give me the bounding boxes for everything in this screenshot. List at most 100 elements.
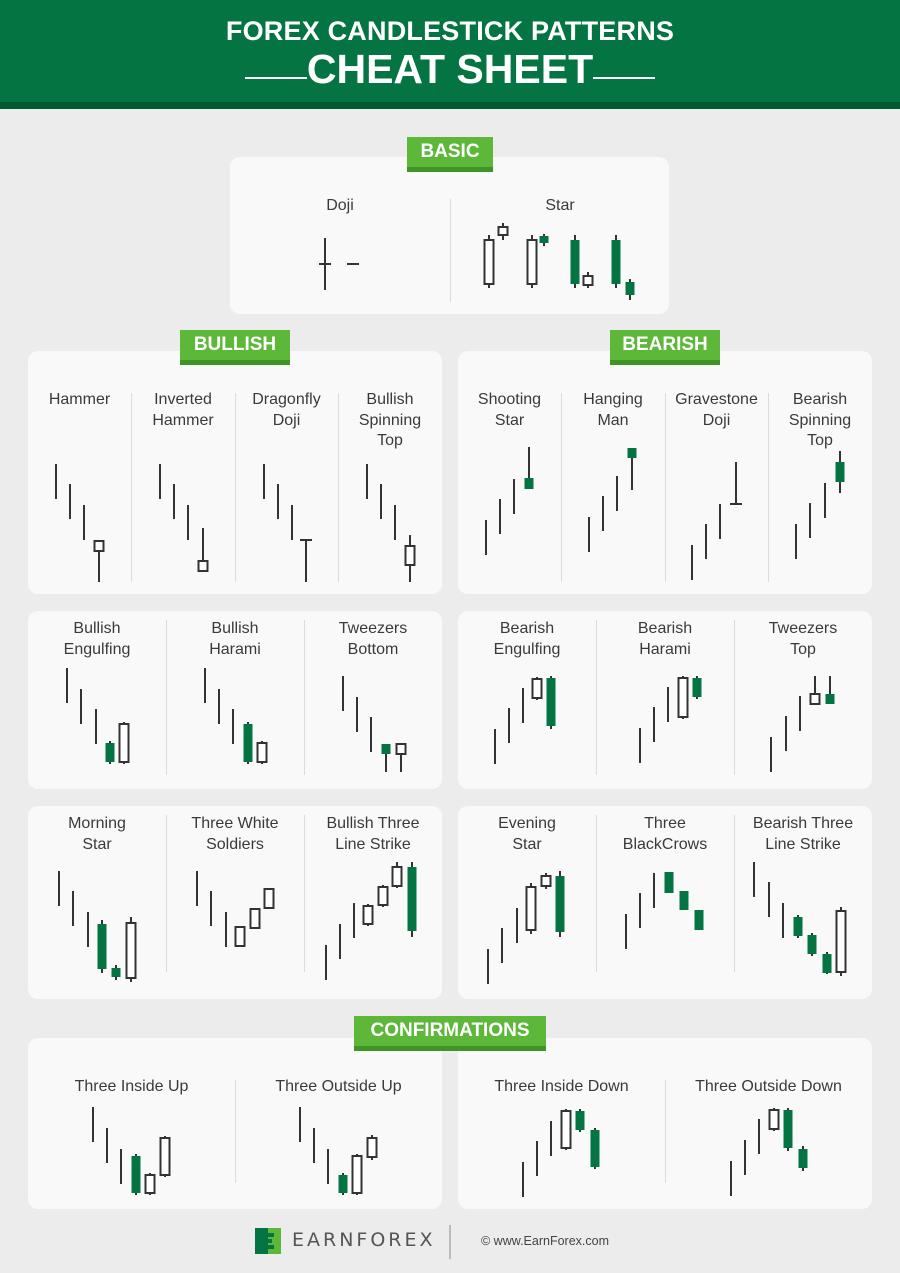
title-line-1: FOREX CANDLESTICK PATTERNS [225,16,675,46]
candle-bear [694,910,704,930]
section-tag-confirmations: CONFIRMATIONS [354,1016,546,1051]
candle-bear [627,448,637,490]
candle-body [404,545,416,566]
candlestick-chart [625,872,704,949]
header-banner: FOREX CANDLESTICK PATTERNS CHEAT SHEET [0,0,900,109]
pattern-doji: Doji [290,196,390,306]
candle-bull [125,917,137,982]
candlestick-chart [795,451,845,559]
candle-body [664,872,674,893]
candle-body [524,478,534,489]
candle-bull [497,223,509,240]
candlestick-chart [159,464,209,572]
candle-bear [407,862,417,937]
footer-divider [449,1225,451,1259]
pattern-three-inside-up: Three Inside Up [28,1077,235,1202]
pattern-gravestone-doji: Gravestone Doji [665,390,768,590]
candle-body [391,866,403,887]
candle-body [539,236,549,243]
candle-bull [362,904,374,926]
candle-bull [93,540,105,582]
footer-copyright-link[interactable]: © www.EarnForex.com [481,1234,609,1248]
title-line-2: CHEAT SHEET [306,46,594,92]
candlestick-chart [485,447,534,555]
candle-bull [144,1173,156,1195]
candle-doji [319,238,331,290]
candlestick-chart [588,448,637,552]
candle-body [679,891,689,910]
footer-brand: EARNFOREX [292,1229,436,1251]
candle-bear [793,915,803,938]
candle-body [555,876,565,932]
candle-body [694,910,704,930]
pattern-bullish-three-line-strike: Bullish Three Line Strike [304,814,442,994]
candle-body [677,677,689,718]
candle-bear [798,1146,808,1171]
candlestick-chart [196,871,275,947]
candlestick-chart [55,464,105,582]
section-tag-basic: BASIC [407,137,493,172]
candle-bear [835,451,845,493]
candle-body [362,905,374,925]
candle-bear [825,676,835,704]
candle-bear [524,447,534,489]
candle-body [611,240,621,284]
candle-bear [97,920,107,973]
candle-body [575,1111,585,1130]
candlestick-chart [66,668,130,764]
candlestick-chart [325,862,417,980]
pattern-shooting-star: Shooting Star [458,390,561,590]
candle-body [625,282,635,295]
candle-bear [611,235,621,288]
candle-body [822,954,832,973]
divider [450,199,451,302]
candle-bull [366,1135,378,1160]
candle-body [144,1174,156,1194]
candle-body [366,1137,378,1158]
candle-body [798,1149,808,1168]
candle-body [525,886,537,931]
candle-body [835,910,847,973]
candle-bear [692,676,702,699]
candle-body [497,226,509,236]
candle-bull [809,676,821,705]
candle-bear [625,279,635,300]
candle-body [560,1110,572,1149]
candle-body [825,694,835,704]
candle-bear [807,933,817,956]
candle-body [111,968,121,977]
candlestick-chart [770,676,835,772]
candle-bull [118,722,130,764]
candle-bear [679,891,689,910]
pattern-three-outside-up: Three Outside Up [235,1077,442,1202]
candle-body [395,743,407,755]
candle-body [526,239,538,285]
pattern-bearish-engulfing: Bearish Engulfing [458,619,596,779]
pattern-tweezers-bottom: Tweezers Bottom [304,619,442,779]
candle-bull [351,1154,363,1195]
candle-bull [197,528,209,572]
candle-bear [131,1154,141,1195]
candle-bear [539,234,549,246]
candle-bull [483,235,495,288]
candle-body [531,678,543,699]
pattern-three-outside-down: Three Outside Down [665,1077,872,1202]
candle-bull [263,888,275,909]
pattern-hanging-man: Hanging Man [561,390,665,590]
candle-bear [783,1108,793,1151]
candlestick-chart [753,862,847,976]
pattern-bullish-harami: Bullish Harami [166,619,304,779]
candle-body [338,1175,348,1193]
candle-body [377,886,389,906]
candle-bear [555,871,565,937]
pattern-bearish-three-line-strike: Bearish Three Line Strike [734,814,872,994]
candlestick-chart [366,464,416,582]
candle-bear [575,1109,585,1132]
candle-body [807,935,817,954]
candle-body [159,1137,171,1176]
candle-body [197,560,209,572]
pattern-inverted-hammer: Inverted Hammer [131,390,235,590]
candle-bull [159,1136,171,1177]
candlestick-chart [299,1107,378,1195]
pattern-bearish-spinning-top: Bearish Spinning Top [768,390,872,590]
